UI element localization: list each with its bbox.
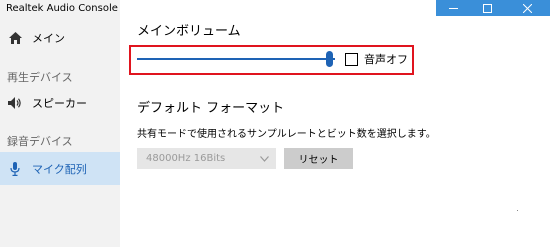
main-volume-slider[interactable] [137, 51, 335, 67]
reset-button[interactable]: リセット [284, 148, 353, 169]
close-icon [522, 3, 532, 13]
format-select[interactable]: 48000Hz 16Bits [137, 148, 276, 169]
recording-devices-heading: 録音デバイス [7, 135, 73, 148]
mute-label: 音声オフ [364, 53, 408, 66]
chevron-down-icon [260, 155, 269, 162]
window-controls [436, 0, 550, 16]
reset-button-label: リセット [298, 155, 339, 166]
maximize-icon [482, 3, 492, 13]
maximize-button[interactable] [470, 0, 504, 16]
sidebar-item-label: マイク配列 [32, 162, 87, 176]
close-button[interactable] [504, 0, 550, 16]
sidebar-item-speaker[interactable]: スピーカー [0, 88, 120, 118]
minimize-icon [448, 7, 458, 9]
app-title: Realtek Audio Console [6, 3, 118, 14]
sidebar-item-home[interactable]: メイン [0, 23, 120, 53]
microphone-icon [8, 161, 22, 176]
sidebar: Realtek Audio Console メイン 再生デバイス スピーカー 録… [0, 0, 120, 247]
stray-dot [517, 210, 518, 211]
default-format-title: デフォルト フォーマット [137, 101, 285, 116]
mute-checkbox[interactable]: 音声オフ [345, 51, 408, 67]
slider-track [137, 58, 335, 60]
sidebar-item-label: スピーカー [32, 97, 87, 110]
sidebar-item-label: メイン [32, 32, 65, 45]
minimize-button[interactable] [436, 0, 470, 16]
speaker-icon [8, 96, 22, 110]
main-volume-title: メインボリューム [137, 24, 241, 39]
default-format-description: 共有モードで使用されるサンプルレートとビット数を選択します。 [137, 129, 436, 140]
slider-thumb[interactable] [326, 51, 334, 67]
playback-devices-heading: 再生デバイス [7, 71, 73, 84]
sidebar-item-microphone-array[interactable]: マイク配列 [0, 152, 120, 185]
format-select-value: 48000Hz 16Bits [146, 153, 226, 164]
home-icon [8, 31, 22, 45]
checkbox-box[interactable] [345, 52, 358, 66]
